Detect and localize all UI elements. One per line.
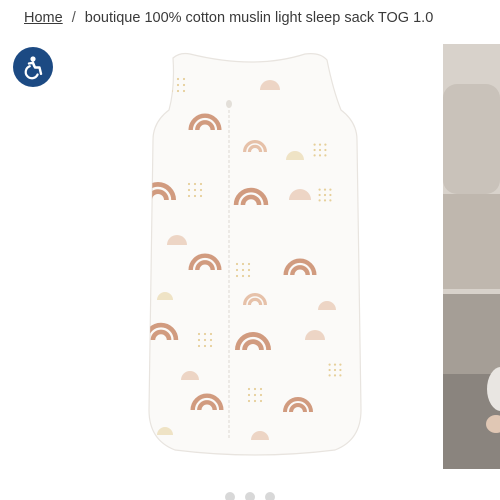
product-gallery xyxy=(0,40,500,480)
breadcrumb-separator: / xyxy=(71,10,76,26)
pagination-dot[interactable] xyxy=(265,492,275,500)
product-thumbnail-image[interactable] xyxy=(443,44,500,469)
breadcrumb-current: boutique 100% cotton muslin light sleep … xyxy=(84,10,434,26)
pagination-dot[interactable] xyxy=(225,492,235,500)
gallery-pagination xyxy=(225,492,275,500)
breadcrumb-home-link[interactable]: Home xyxy=(24,10,63,26)
pagination-dot[interactable] xyxy=(245,492,255,500)
breadcrumb: Home / boutique 100% cotton muslin light… xyxy=(24,8,433,28)
product-main-image[interactable] xyxy=(95,40,415,470)
